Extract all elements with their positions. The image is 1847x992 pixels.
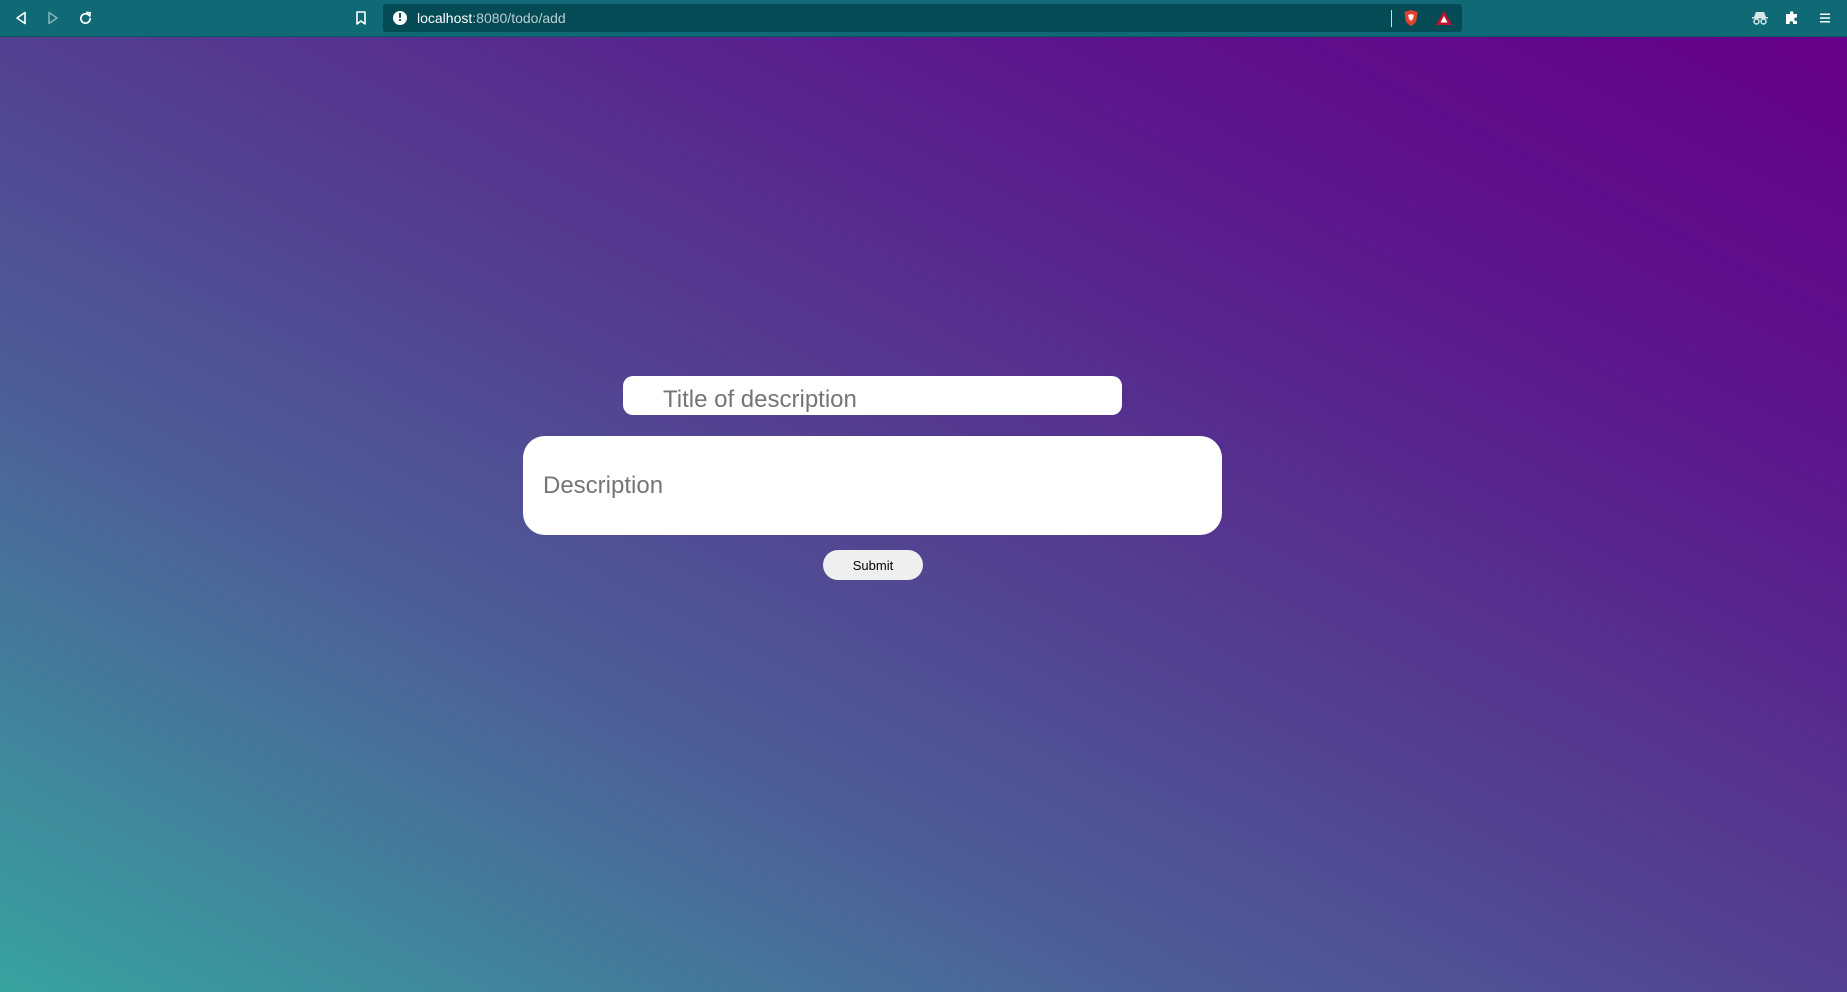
brave-shield-icon[interactable] bbox=[1402, 9, 1420, 27]
bookmark-icon[interactable] bbox=[350, 7, 372, 29]
info-icon[interactable]: ! bbox=[393, 11, 407, 25]
reload-icon[interactable] bbox=[74, 7, 96, 29]
submit-button[interactable]: Submit bbox=[823, 550, 923, 580]
url-path: :8080/todo/add bbox=[472, 10, 566, 26]
title-input[interactable] bbox=[623, 376, 1122, 415]
address-bar-divider bbox=[1391, 10, 1392, 27]
address-bar[interactable]: ! localhost:8080/todo/add bbox=[383, 4, 1462, 32]
incognito-icon[interactable] bbox=[1750, 8, 1770, 28]
url-host: localhost bbox=[417, 10, 473, 26]
brave-rewards-icon[interactable] bbox=[1435, 10, 1453, 26]
back-arrow-icon[interactable] bbox=[10, 7, 32, 29]
hamburger-menu-icon[interactable] bbox=[1815, 8, 1835, 28]
browser-toolbar: ! localhost:8080/todo/add bbox=[0, 0, 1847, 37]
description-input[interactable] bbox=[523, 436, 1222, 535]
url-text[interactable]: localhost:8080/todo/add bbox=[417, 10, 566, 26]
forward-arrow-icon[interactable] bbox=[42, 7, 64, 29]
puzzle-piece-icon[interactable] bbox=[1782, 8, 1802, 28]
